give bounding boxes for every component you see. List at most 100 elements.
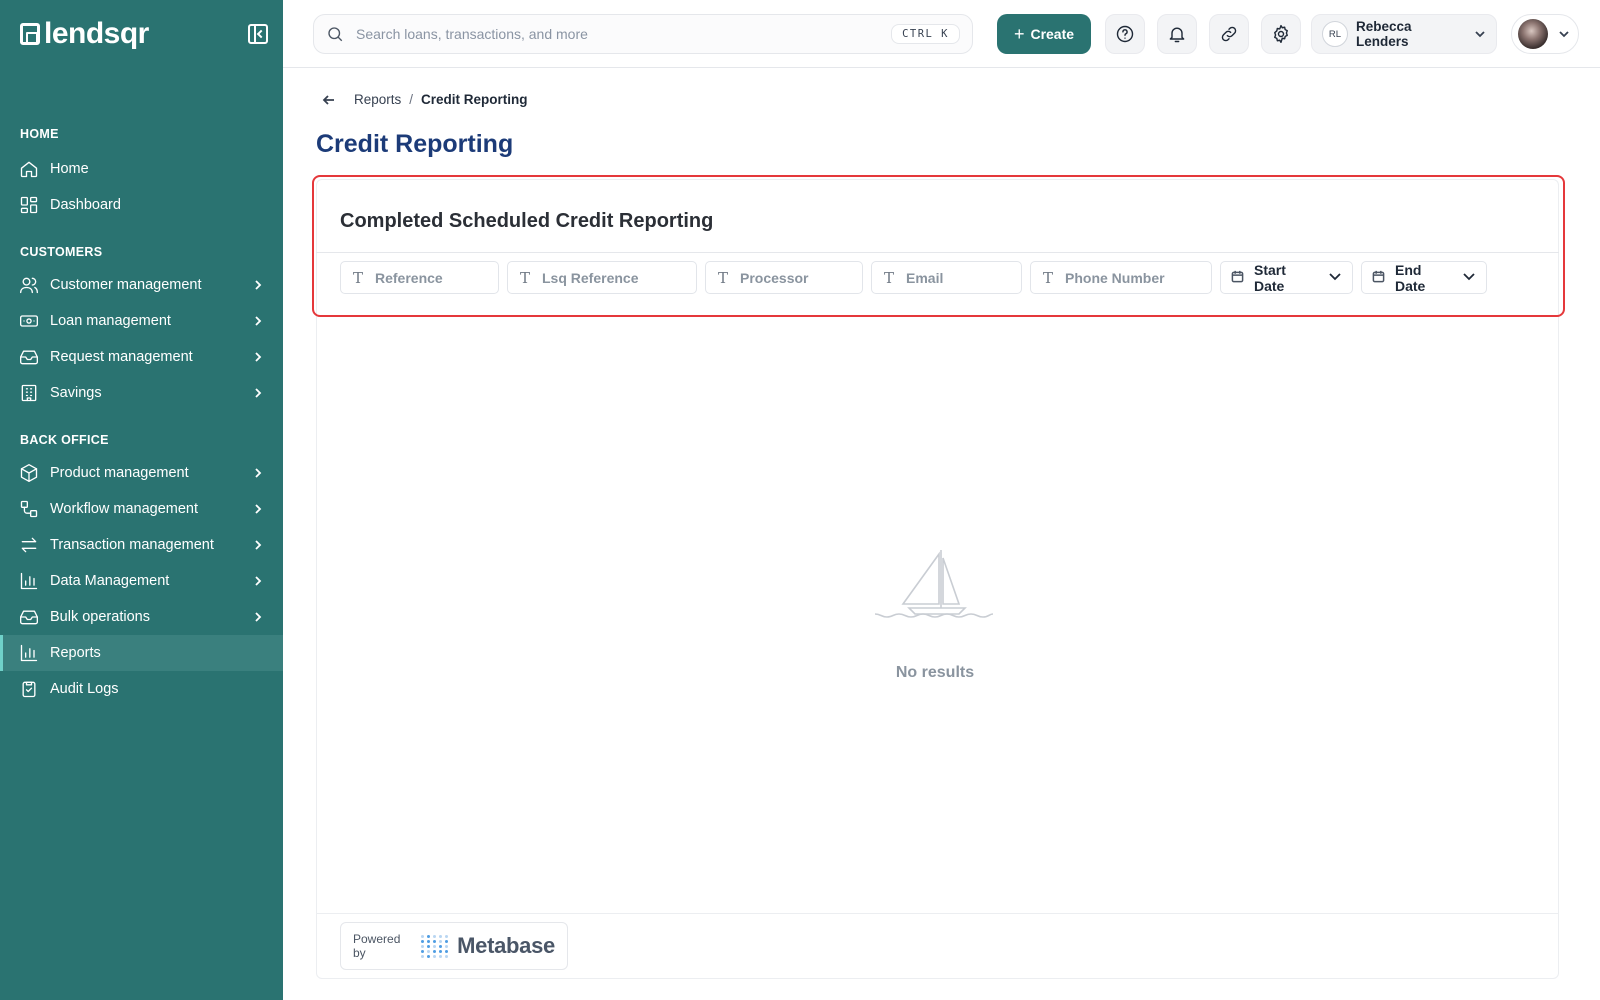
create-button[interactable]: + Create xyxy=(997,14,1091,54)
chevron-right-icon xyxy=(253,388,263,398)
chevron-down-icon xyxy=(1462,269,1476,286)
sidebar-item-label: Bulk operations xyxy=(50,609,150,625)
breadcrumb-current: Credit Reporting xyxy=(421,92,528,107)
filter-phone-number[interactable]: T Phone Number xyxy=(1030,261,1212,294)
sidebar-item-label: Dashboard xyxy=(50,197,121,213)
filter-processor[interactable]: T Processor xyxy=(705,261,863,294)
report-title: Completed Scheduled Credit Reporting xyxy=(340,210,714,232)
filter-start-date[interactable]: Start Date xyxy=(1220,261,1353,294)
sidebar-item-label: Home xyxy=(50,161,89,177)
user-menu-button[interactable]: RL Rebecca Lenders xyxy=(1311,14,1497,54)
chevron-right-icon xyxy=(253,576,263,586)
filter-label: End Date xyxy=(1395,261,1426,294)
logo-mark-icon xyxy=(20,23,40,45)
footer-divider xyxy=(316,913,1559,914)
chevron-right-icon xyxy=(253,468,263,478)
link-button[interactable] xyxy=(1209,14,1249,54)
banknote-icon xyxy=(18,310,40,332)
topbar: Search loans, transactions, and more CTR… xyxy=(283,0,1600,68)
sidebar-header: lendsqr xyxy=(20,18,268,50)
brand-logo[interactable]: lendsqr xyxy=(20,19,149,49)
chevron-right-icon xyxy=(253,504,263,514)
sidebar-item-product-management[interactable]: Product management xyxy=(0,455,283,491)
search-input[interactable]: Search loans, transactions, and more CTR… xyxy=(313,14,973,54)
avatar xyxy=(1518,19,1548,49)
clipboard-icon xyxy=(18,678,40,700)
chevron-right-icon xyxy=(253,280,263,290)
sidebar-item-label: Transaction management xyxy=(50,537,214,553)
sidebar-item-label: Audit Logs xyxy=(50,681,119,697)
sidebar-item-label: Loan management xyxy=(50,313,171,329)
section-label-back-office: BACK OFFICE xyxy=(20,433,109,447)
chevron-right-icon xyxy=(253,540,263,550)
sidebar-item-request-management[interactable]: Request management xyxy=(0,339,283,375)
filter-lsq-reference[interactable]: T Lsq Reference xyxy=(507,261,697,294)
filter-email[interactable]: T Email xyxy=(871,261,1022,294)
empty-state: No results xyxy=(860,548,1010,682)
search-placeholder: Search loans, transactions, and more xyxy=(356,26,588,42)
inbox-icon xyxy=(18,606,40,628)
avatar-menu-button[interactable] xyxy=(1511,14,1579,54)
filter-label: Reference xyxy=(375,269,443,286)
breadcrumb-parent[interactable]: Reports xyxy=(354,92,401,107)
user-name: Rebecca Lenders xyxy=(1356,19,1412,49)
filter-label: Processor xyxy=(740,269,809,286)
sidebar-item-customer-management[interactable]: Customer management xyxy=(0,267,283,303)
chevron-down-icon xyxy=(1475,31,1485,38)
sidebar-item-reports[interactable]: Reports xyxy=(0,635,283,671)
help-button[interactable] xyxy=(1105,14,1145,54)
calendar-icon xyxy=(1231,270,1244,286)
home-icon xyxy=(18,158,40,180)
building-icon xyxy=(18,382,40,404)
text-type-icon: T xyxy=(883,268,894,287)
inbox-icon xyxy=(18,346,40,368)
calendar-icon xyxy=(1372,270,1385,286)
bar-chart-icon xyxy=(18,642,40,664)
sidebar-item-home[interactable]: Home xyxy=(0,151,283,187)
sidebar-item-transaction-management[interactable]: Transaction management xyxy=(0,527,283,563)
sidebar-item-audit-logs[interactable]: Audit Logs xyxy=(0,671,283,707)
create-button-label: Create xyxy=(1030,26,1075,42)
powered-by-metabase-badge[interactable]: Powered by Metabase xyxy=(340,922,568,970)
sidebar-item-label: Reports xyxy=(50,645,101,661)
sidebar-item-label: Customer management xyxy=(50,277,202,293)
grid-icon xyxy=(18,194,40,216)
report-divider xyxy=(316,252,1559,253)
arrows-icon xyxy=(18,534,40,556)
chevron-down-icon xyxy=(1559,31,1569,38)
collapse-sidebar-icon[interactable] xyxy=(248,24,268,44)
sidebar-item-bulk-operations[interactable]: Bulk operations xyxy=(0,599,283,635)
empty-state-text: No results xyxy=(895,664,975,681)
sidebar-item-dashboard[interactable]: Dashboard xyxy=(0,187,283,223)
breadcrumb: Reports / Credit Reporting xyxy=(322,92,528,107)
help-icon xyxy=(1116,25,1134,43)
sidebar-item-savings[interactable]: Savings xyxy=(0,375,283,411)
link-icon xyxy=(1221,26,1237,42)
filter-end-date[interactable]: End Date xyxy=(1361,261,1487,294)
chevron-down-icon xyxy=(1328,269,1342,286)
settings-button[interactable] xyxy=(1261,14,1301,54)
sidebar-item-label: Product management xyxy=(50,465,189,481)
user-initials: RL xyxy=(1322,21,1348,47)
search-shortcut: CTRL K xyxy=(891,24,960,44)
sidebar-item-workflow-management[interactable]: Workflow management xyxy=(0,491,283,527)
text-type-icon: T xyxy=(519,268,530,287)
back-arrow-icon[interactable] xyxy=(322,93,336,107)
metabase-brand-name: Metabase xyxy=(457,933,555,958)
section-label-customers: CUSTOMERS xyxy=(20,245,103,259)
text-type-icon: T xyxy=(1042,268,1053,287)
sidebar: lendsqr HOME Home Dashboard CUSTOMERS Cu… xyxy=(0,0,283,1000)
bell-icon xyxy=(1169,27,1185,43)
filter-reference[interactable]: T Reference xyxy=(340,261,499,294)
notifications-button[interactable] xyxy=(1157,14,1197,54)
brand-name: lendsqr xyxy=(44,17,149,50)
search-icon xyxy=(328,27,343,42)
filter-label: Lsq Reference xyxy=(542,269,639,286)
sidebar-item-data-management[interactable]: Data Management xyxy=(0,563,283,599)
breadcrumb-separator: / xyxy=(409,92,414,107)
sidebar-item-loan-management[interactable]: Loan management xyxy=(0,303,283,339)
powered-by-label: Powered by xyxy=(353,932,401,960)
plus-icon: + xyxy=(1013,24,1025,44)
workflow-icon xyxy=(18,498,40,520)
filter-label: Email xyxy=(906,269,944,286)
